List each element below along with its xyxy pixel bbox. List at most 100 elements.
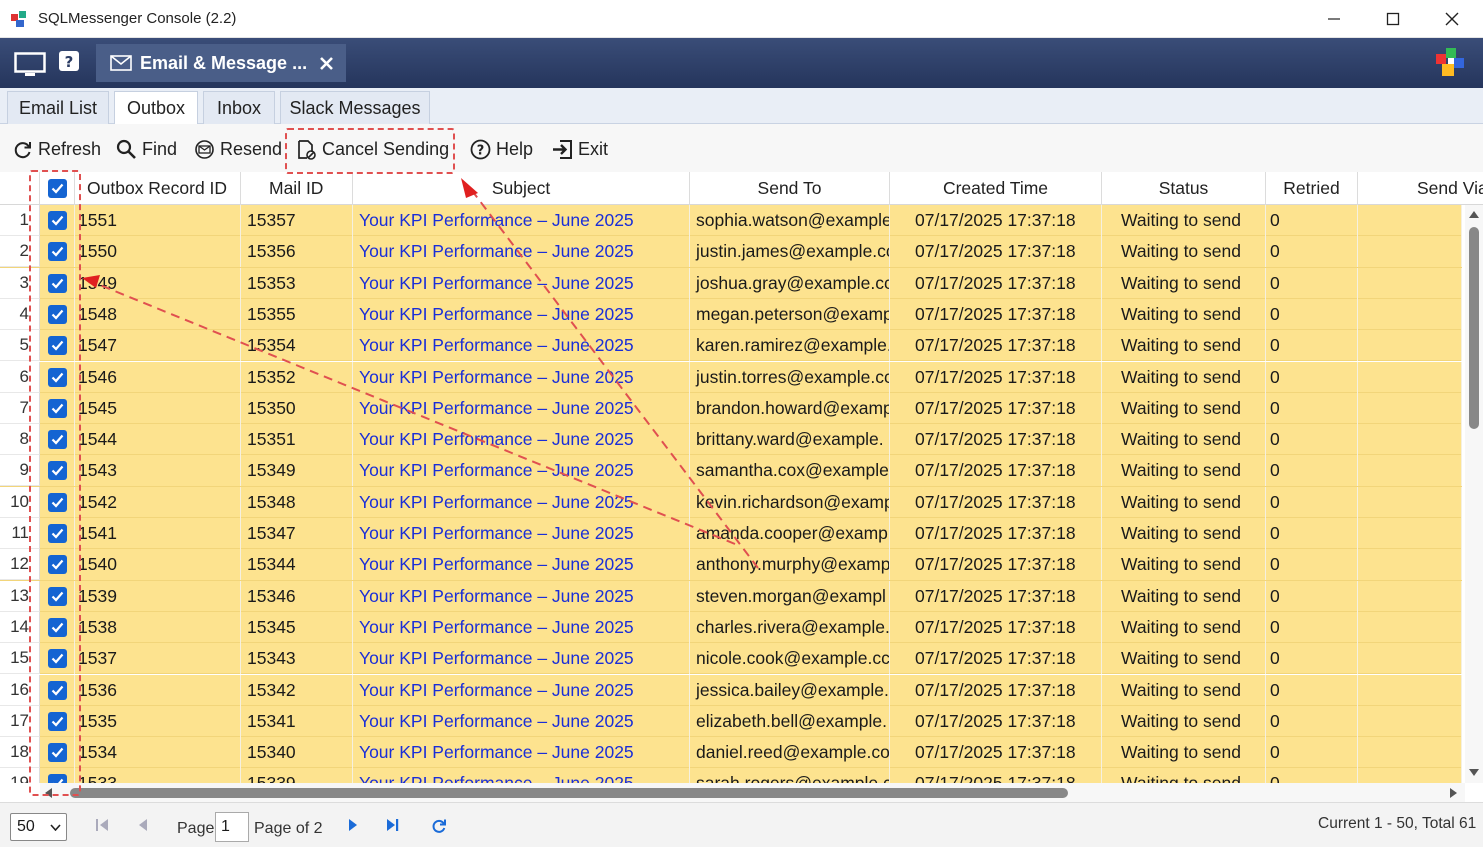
help-button[interactable]: ? Help (470, 136, 533, 162)
header-send-to[interactable]: Send To (690, 172, 890, 205)
header-subject[interactable]: Subject (353, 172, 690, 205)
refresh-button[interactable]: Refresh (12, 136, 101, 162)
table-row[interactable]: 19153315339Your KPI Performance – June 2… (0, 768, 1462, 783)
cell-subject[interactable]: Your KPI Performance – June 2025 (353, 361, 690, 393)
table-row[interactable]: 11 1541 15347 Your KPI Performance – June 2… (0, 518, 1462, 550)
resend-button[interactable]: Resend (194, 136, 282, 162)
mail-icon (110, 55, 132, 71)
monitor-icon[interactable] (14, 52, 46, 78)
page-size-value: 50 (17, 818, 35, 835)
close-tab-icon[interactable] (320, 57, 333, 70)
cell-subject[interactable]: Your KPI Performance – June 2025 (353, 205, 690, 236)
table-row[interactable]: 16 1536 15342 Your KPI Performance – June 2… (0, 674, 1462, 706)
next-page-icon[interactable] (348, 817, 360, 833)
scroll-right-icon[interactable] (1450, 788, 1458, 798)
table-row[interactable]: 5 1547 15354 Your KPI Performance – June 20… (0, 330, 1462, 362)
vertical-scroll-thumb[interactable] (1469, 227, 1479, 429)
cell-mail-id: 15339 (241, 768, 353, 783)
tab-outbox[interactable]: Outbox (114, 91, 198, 125)
reload-icon[interactable] (431, 818, 447, 834)
minimize-button[interactable] (1305, 0, 1363, 38)
cell-created-time: 07/17/2025 17:37:18 (890, 424, 1102, 456)
cell-subject[interactable]: Your KPI Performance – June 2025 (353, 236, 690, 268)
cell-send-via (1358, 205, 1462, 236)
table-row[interactable]: 17 1535 15341 Your KPI Performance – June 2… (0, 705, 1462, 738)
tab-slack-messages[interactable]: Slack Messages (280, 91, 430, 124)
table-row[interactable]: 18 1534 15340 Your KPI Performance – June 2… (0, 737, 1462, 769)
cell-mail-id: 15353 (241, 267, 353, 299)
table-row[interactable]: 6 1546 15352 Your KPI Performance – June 20… (0, 361, 1462, 393)
header-outbox-record-id[interactable]: Outbox Record ID (75, 172, 241, 205)
scroll-down-icon[interactable] (1469, 769, 1479, 777)
header-mail-id[interactable]: Mail ID (241, 172, 353, 205)
table-row[interactable]: 2 1550 15356 Your KPI Performance – June 20… (0, 236, 1462, 268)
doc-tab-label: Email & Message ... (140, 52, 308, 73)
first-page-icon[interactable] (95, 817, 109, 833)
cell-subject[interactable]: Your KPI Performance – June 2025 (353, 705, 690, 737)
cell-subject[interactable]: Your KPI Performance – June 2025 (353, 424, 690, 456)
header-status[interactable]: Status (1102, 172, 1266, 205)
table-row[interactable]: 4 1548 15355 Your KPI Performance – June 20… (0, 298, 1462, 331)
table-row[interactable]: 7 1545 15350 Your KPI Performance – June 20… (0, 392, 1462, 425)
table-row[interactable]: 10 1542 15348 Your KPI Performance – June 2… (0, 486, 1462, 518)
last-page-icon[interactable] (386, 817, 400, 833)
cell-subject[interactable]: Your KPI Performance – June 2025 (353, 455, 690, 487)
cell-status: Waiting to send (1102, 737, 1266, 769)
cell-mail-id: 15355 (241, 298, 353, 330)
cell-send-via (1358, 236, 1462, 268)
cell-subject[interactable]: Your KPI Performance – June 2025 (353, 518, 690, 549)
page-size-select[interactable]: 50 (10, 813, 67, 841)
cell-subject[interactable]: Your KPI Performance – June 2025 (353, 267, 690, 299)
cell-outbox-record-id: 1536 (75, 674, 241, 706)
table-row[interactable]: 8 1544 15351 Your KPI Performance – June 20… (0, 424, 1462, 456)
find-button[interactable]: Find (116, 136, 177, 162)
table-row[interactable]: 1 1551 15357 Your KPI Performance – June 20… (0, 205, 1462, 237)
cell-subject[interactable]: Your KPI Performance – June 2025 (353, 611, 690, 643)
cell-retried: 0 (1266, 518, 1358, 549)
table-row[interactable]: 3 1549 15353 Your KPI Performance – June 20… (0, 267, 1462, 299)
cell-outbox-record-id: 1547 (75, 330, 241, 362)
cell-subject[interactable]: Your KPI Performance – June 2025 (353, 298, 690, 330)
cell-subject[interactable]: Your KPI Performance – June 2025 (353, 643, 690, 675)
cell-subject[interactable]: Your KPI Performance – June 2025 (353, 549, 690, 581)
cell-status: Waiting to send (1102, 361, 1266, 393)
table-row[interactable]: 14 1538 15345 Your KPI Performance – June 2… (0, 611, 1462, 644)
exit-button[interactable]: Exit (552, 136, 608, 162)
cell-created-time: 07/17/2025 17:37:18 (890, 737, 1102, 769)
table-row[interactable]: 12 1540 15344 Your KPI Performance – June 2… (0, 549, 1462, 581)
cell-subject[interactable]: Your KPI Performance – June 2025 (353, 768, 690, 783)
scroll-up-icon[interactable] (1469, 210, 1479, 218)
previous-page-icon[interactable] (136, 817, 148, 833)
cell-retried: 0 (1266, 580, 1358, 612)
help-icon[interactable]: ? (59, 51, 79, 71)
grid-rows: 1 1551 15357 Your KPI Performance – June 20… (0, 205, 1462, 783)
tab-inbox[interactable]: Inbox (203, 91, 275, 124)
vertical-scrollbar[interactable] (1465, 205, 1483, 783)
page-number-input[interactable]: 1 (215, 812, 249, 842)
cell-subject[interactable]: Your KPI Performance – June 2025 (353, 392, 690, 424)
cell-outbox-record-id: 1537 (75, 643, 241, 675)
cell-mail-id: 15344 (241, 549, 353, 581)
horizontal-scroll-thumb[interactable] (70, 788, 1068, 798)
cell-subject[interactable]: Your KPI Performance – June 2025 (353, 737, 690, 769)
question-circle-icon: ? (470, 139, 491, 159)
close-window-button[interactable] (1423, 0, 1481, 38)
cell-outbox-record-id: 1540 (75, 549, 241, 581)
table-row[interactable]: 13 1539 15346 Your KPI Performance – June 2… (0, 580, 1462, 612)
tab-email-message[interactable]: Email & Message ... (96, 44, 346, 82)
table-row[interactable]: 15 1537 15343 Your KPI Performance – June 2… (0, 643, 1462, 675)
cell-mail-id: 15346 (241, 580, 353, 612)
maximize-button[interactable] (1364, 0, 1422, 38)
header-created-time[interactable]: Created Time (890, 172, 1102, 205)
table-row[interactable]: 9 1543 15349 Your KPI Performance – June 20… (0, 455, 1462, 487)
cell-retried: 0 (1266, 205, 1358, 236)
cell-retried: 0 (1266, 424, 1358, 456)
cell-subject[interactable]: Your KPI Performance – June 2025 (353, 330, 690, 362)
cell-subject[interactable]: Your KPI Performance – June 2025 (353, 674, 690, 706)
header-send-via[interactable]: Send Via (1358, 172, 1483, 205)
header-retried[interactable]: Retried (1266, 172, 1358, 205)
horizontal-scrollbar[interactable] (40, 783, 1465, 802)
tab-email-list[interactable]: Email List (7, 91, 109, 124)
cell-subject[interactable]: Your KPI Performance – June 2025 (353, 486, 690, 518)
cell-subject[interactable]: Your KPI Performance – June 2025 (353, 580, 690, 612)
